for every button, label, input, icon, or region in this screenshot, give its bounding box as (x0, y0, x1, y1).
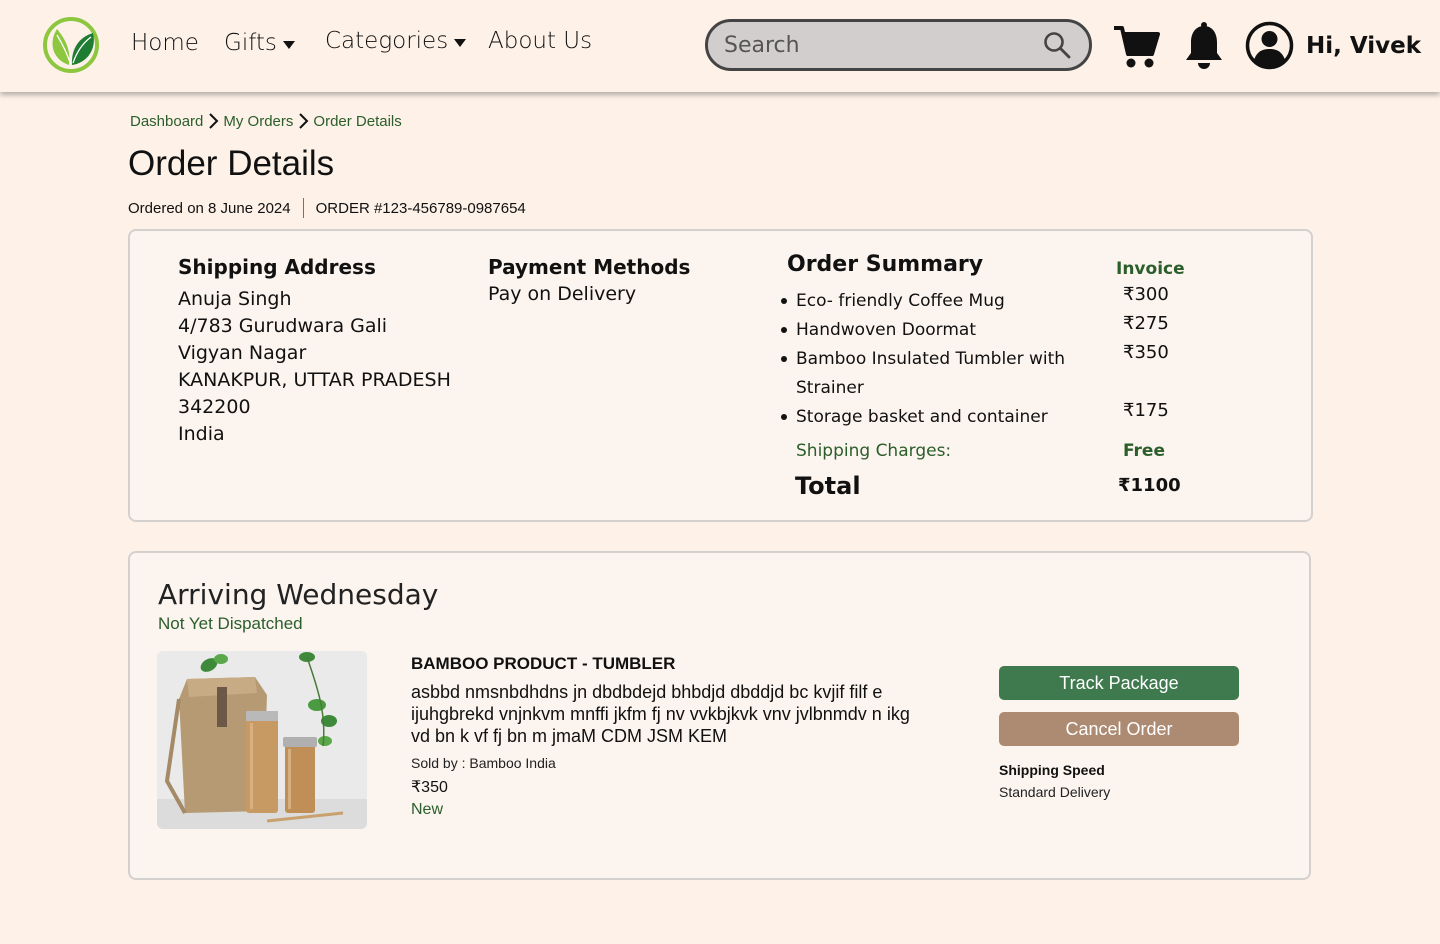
chevron-right-icon (299, 113, 309, 129)
summary-item: Storage basket and container (780, 403, 1080, 432)
order-number: ORDER #123-456789-0987654 (315, 199, 526, 217)
summary-item-price: ₹275 (1123, 313, 1169, 334)
order-summary-title: Order Summary (787, 252, 984, 277)
shipping-charges-label: Shipping Charges: (796, 441, 952, 461)
address-line: KANAKPUR, UTTAR PRADESH (178, 369, 451, 391)
cancel-order-button[interactable]: Cancel Order (999, 712, 1239, 746)
bell-icon[interactable] (1183, 22, 1225, 70)
summary-item: Bamboo Insulated Tumbler with Strainer (780, 345, 1070, 403)
product-image[interactable] (157, 651, 367, 829)
user-avatar-icon[interactable] (1245, 21, 1294, 70)
nav-gifts[interactable]: Gifts (224, 30, 295, 56)
address-line: 342200 (178, 396, 251, 418)
summary-item-price: ₹175 (1123, 400, 1169, 421)
payment-methods-title: Payment Methods (488, 255, 691, 279)
nav-about-us-label: About Us (488, 28, 593, 54)
address-line: India (178, 423, 225, 445)
breadcrumb-dashboard[interactable]: Dashboard (130, 113, 203, 130)
total-label: Total (795, 472, 861, 500)
product-name[interactable]: BAMBOO PRODUCT - TUMBLER (411, 654, 675, 674)
summary-item: Eco- friendly Coffee Mug (780, 287, 1080, 316)
address-line: 4/783 Gurudwara Gali (178, 315, 388, 337)
meta-divider (302, 198, 304, 218)
product-description: asbbd nmsnbdhdns jn dbdbdejd bhbdjd dbdd… (411, 682, 910, 746)
nav-gifts-label: Gifts (224, 30, 277, 56)
address-line: Vigyan Nagar (178, 342, 307, 364)
caret-down-icon (282, 41, 295, 49)
nav-categories-label: Categories (325, 28, 449, 54)
dispatch-status: Not Yet Dispatched (158, 614, 303, 633)
track-package-button[interactable]: Track Package (999, 666, 1239, 700)
shipping-speed-label: Shipping Speed (999, 762, 1105, 778)
nav-home-label: Home (131, 30, 199, 56)
payment-method: Pay on Delivery (488, 283, 637, 305)
seller-info: Sold by : Bamboo India (411, 755, 556, 771)
shipping-address-title: Shipping Address (178, 255, 376, 279)
search-icon[interactable] (1043, 31, 1071, 59)
breadcrumb-my-orders[interactable]: My Orders (223, 113, 293, 130)
page-title: Order Details (128, 144, 335, 183)
shipping-address: Anuja Singh 4/783 Gurudwara Gali Vigyan … (178, 286, 451, 448)
shipping-speed-value: Standard Delivery (999, 784, 1111, 800)
user-greeting[interactable]: Hi, Vivek (1306, 33, 1421, 59)
product-price: ₹350 (411, 779, 448, 796)
breadcrumb-order-details[interactable]: Order Details (313, 113, 401, 130)
arrival-heading: Arriving Wednesday (158, 578, 439, 611)
nav-home[interactable]: Home (131, 30, 199, 56)
summary-item-price: ₹350 (1123, 342, 1169, 363)
search-input[interactable] (724, 30, 1024, 60)
breadcrumb: Dashboard My Orders Order Details (130, 112, 402, 130)
total-value: ₹1100 (1118, 475, 1181, 496)
address-line: Anuja Singh (178, 288, 292, 310)
order-info-card: Shipping Address Anuja Singh 4/783 Gurud… (128, 229, 1313, 522)
shipment-card: Arriving Wednesday Not Yet Dispatched BA… (128, 551, 1311, 880)
leaf-logo-icon[interactable] (41, 15, 101, 75)
summary-item: Handwoven Doormat (780, 316, 1080, 345)
search-bar (705, 19, 1092, 71)
order-date: Ordered on 8 June 2024 (128, 199, 291, 217)
product-condition: New (411, 801, 444, 818)
shipping-charges-value: Free (1123, 441, 1165, 461)
summary-item-price: ₹300 (1123, 284, 1169, 305)
cart-icon[interactable] (1112, 24, 1160, 70)
invoice-link[interactable]: Invoice (1116, 259, 1185, 279)
caret-down-icon (454, 39, 467, 47)
order-meta: Ordered on 8 June 2024 ORDER #123-456789… (128, 198, 526, 218)
chevron-right-icon (209, 113, 219, 129)
nav-categories[interactable]: Categories (325, 28, 467, 54)
top-navbar: Home Gifts Categories About Us Hi, Vivek (0, 0, 1440, 92)
nav-about-us[interactable]: About Us (488, 28, 592, 54)
